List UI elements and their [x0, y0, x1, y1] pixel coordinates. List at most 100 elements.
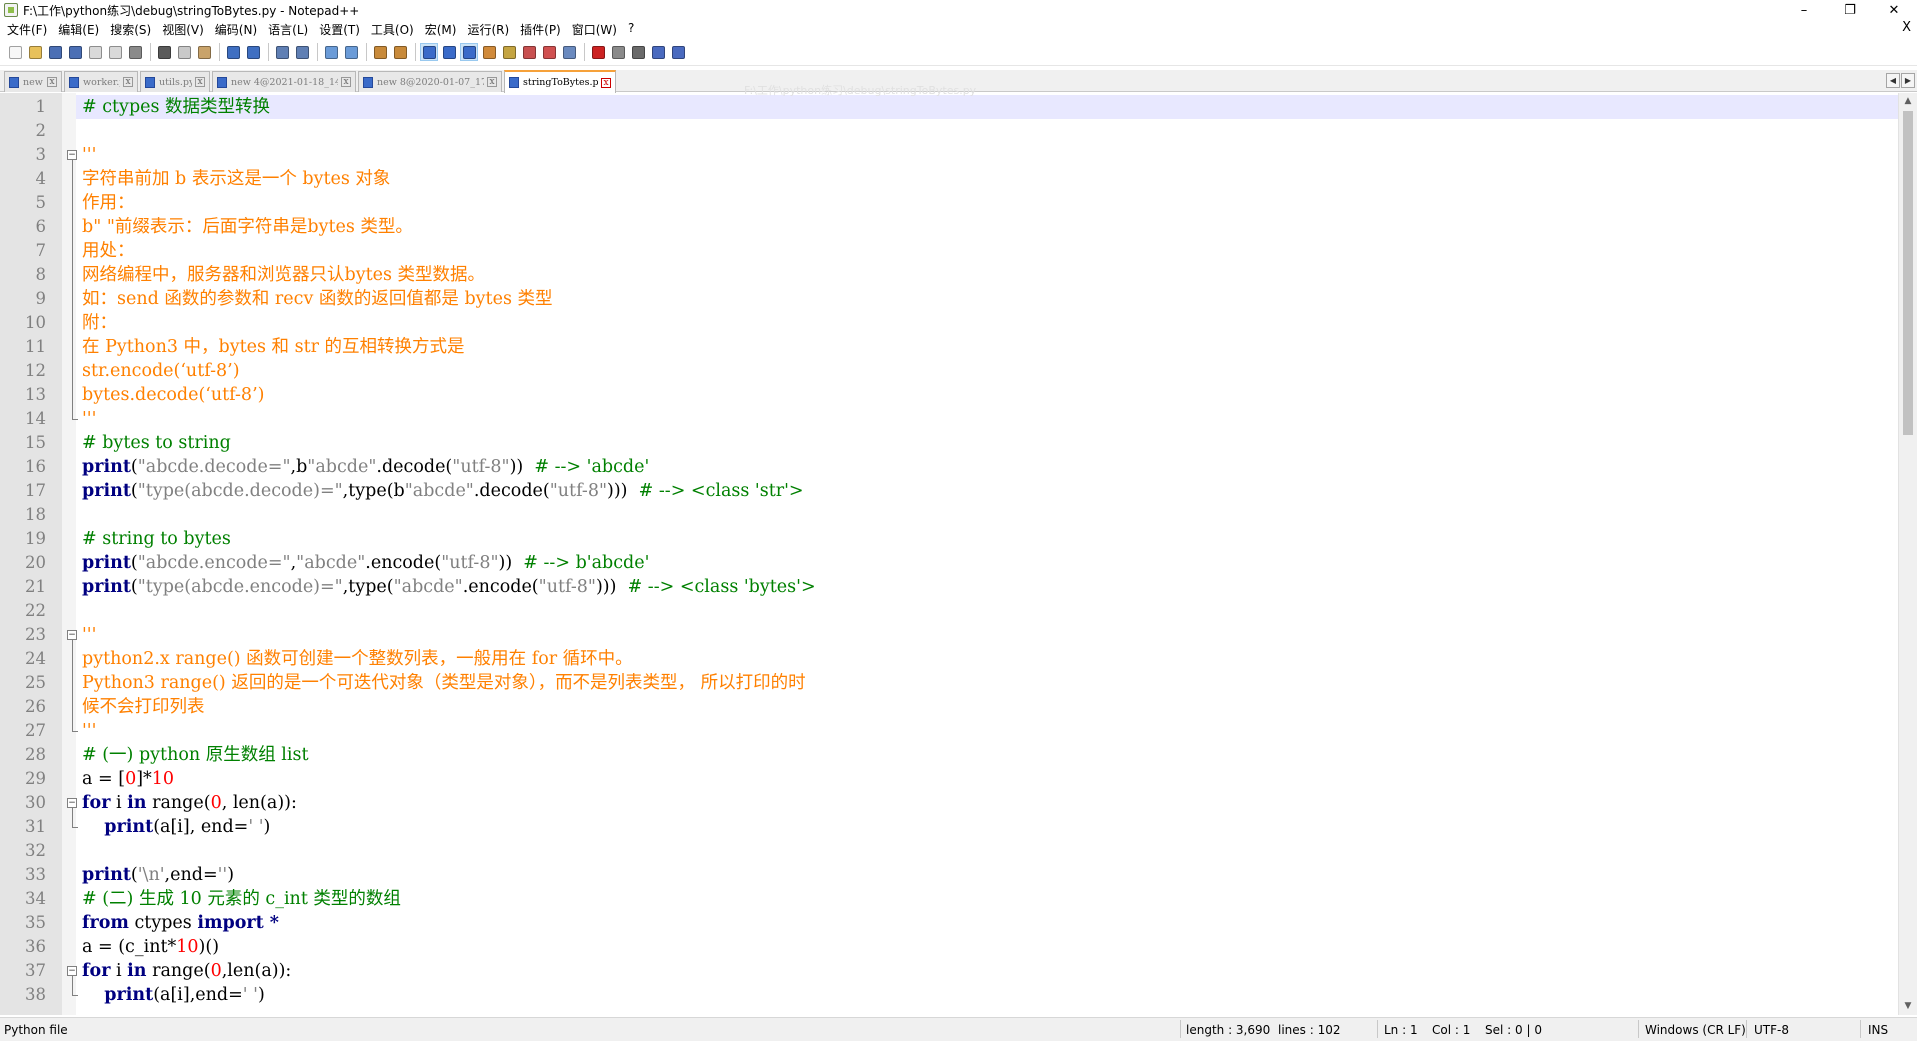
sync-vertical-button[interactable] — [371, 43, 389, 61]
tab-new-10[interactable]: new 10x — [4, 71, 62, 92]
menu-item-9[interactable]: 运行(R) — [463, 21, 516, 38]
code-line[interactable]: # (二) 生成 10 元素的 c_int 类型的数组 — [82, 887, 401, 911]
tab-scroll-left-button[interactable]: ◀ — [1886, 73, 1900, 88]
code-line[interactable]: 用处： — [82, 239, 135, 263]
status-eol[interactable]: Windows (CR LF) — [1645, 1023, 1746, 1037]
record-macro-button[interactable] — [589, 43, 607, 61]
maximize-button[interactable]: ❐ — [1827, 0, 1873, 20]
code-line[interactable]: print('\n',end='') — [82, 863, 234, 887]
code-line[interactable]: print("type(abcde.encode)=",type("abcde"… — [82, 575, 816, 599]
code-editor[interactable]: 1 2 3 4 5 6 7 8 9 10 11 12 13 14 15 16 17 18 19 20 21 22 23 24 2… — [0, 93, 1917, 1015]
open-button[interactable] — [26, 43, 44, 61]
sync-horizontal-button[interactable] — [391, 43, 409, 61]
function-list-button[interactable] — [520, 43, 538, 61]
code-line[interactable]: print("abcde.encode=","abcde".encode("ut… — [82, 551, 649, 575]
fold-collapse-icon[interactable]: − — [67, 630, 77, 640]
code-line[interactable]: a = [0]*10 — [82, 767, 174, 791]
undo-button[interactable] — [224, 43, 242, 61]
fold-collapse-icon[interactable]: − — [67, 966, 77, 976]
replace-button[interactable] — [293, 43, 311, 61]
code-line[interactable]: print(a[i],end=' ') — [82, 983, 265, 1007]
code-line[interactable]: 网络编程中，服务器和浏览器只认bytes 类型数据。 — [82, 263, 485, 287]
status-encoding[interactable]: UTF-8 — [1754, 1023, 1789, 1037]
word-wrap-button[interactable] — [420, 43, 438, 61]
close-button[interactable] — [86, 43, 104, 61]
tab-stringtobytes-py[interactable]: stringToBytes.py x — [504, 70, 616, 93]
code-line[interactable]: print(a[i], end=' ') — [82, 815, 270, 839]
code-line[interactable]: 字符串前加 b 表示这是一个 bytes 对象 — [82, 167, 390, 191]
paste-button[interactable] — [195, 43, 213, 61]
vertical-scrollbar[interactable]: ▲ ▼ — [1898, 93, 1917, 1015]
save-all-button[interactable] — [66, 43, 84, 61]
menu-item-10[interactable]: 插件(P) — [516, 21, 568, 38]
tab-close-icon[interactable]: x — [487, 77, 497, 87]
code-line[interactable]: b" "前缀表示：后面字符串是bytes 类型。 — [82, 215, 413, 239]
code-line[interactable]: ''' — [82, 719, 96, 743]
code-line[interactable]: # string to bytes — [82, 527, 231, 551]
code-line[interactable]: ''' — [82, 143, 96, 167]
code-line[interactable]: print("abcde.decode=",b"abcde".decode("u… — [82, 455, 649, 479]
menu-item-0[interactable]: 文件(F) — [3, 21, 54, 38]
run-macro-multiple-button[interactable] — [649, 43, 667, 61]
tab-close-icon[interactable]: x — [341, 77, 351, 87]
scroll-down-arrow-icon[interactable]: ▼ — [1899, 998, 1917, 1015]
zoom-in-button[interactable] — [322, 43, 340, 61]
zoom-out-button[interactable] — [342, 43, 360, 61]
code-line[interactable]: ''' — [82, 623, 96, 647]
redo-button[interactable] — [244, 43, 262, 61]
close-document-button[interactable]: X — [1902, 20, 1911, 35]
tab-utils-py[interactable]: utils.py x — [140, 71, 210, 92]
tab-new-8-2020-01-07-173906[interactable]: new 8@2020-01-07_173906x — [358, 71, 502, 92]
tab-close-icon[interactable]: x — [601, 77, 611, 88]
scrollbar-thumb[interactable] — [1903, 111, 1913, 435]
code-line[interactable]: from ctypes import * — [82, 911, 279, 935]
save-macro-button[interactable] — [669, 43, 687, 61]
user-language-button[interactable] — [480, 43, 498, 61]
close-window-button[interactable]: ✕ — [1871, 0, 1917, 20]
cut-button[interactable] — [155, 43, 173, 61]
code-line[interactable]: # bytes to string — [82, 431, 231, 455]
scroll-up-arrow-icon[interactable]: ▲ — [1899, 93, 1917, 110]
code-line[interactable]: 附： — [82, 311, 117, 335]
code-line[interactable]: Python3 range() 返回的是一个可迭代对象（类型是对象），而不是列表… — [82, 671, 806, 695]
copy-button[interactable] — [175, 43, 193, 61]
code-line[interactable]: 在 Python3 中，bytes 和 str 的互相转换方式是 — [82, 335, 465, 359]
code-line[interactable]: bytes.decode(‘utf-8’) — [82, 383, 264, 407]
new-button[interactable] — [6, 43, 24, 61]
menu-item-8[interactable]: 宏(M) — [421, 21, 464, 38]
close-all-button[interactable] — [106, 43, 124, 61]
code-line[interactable]: # ctypes 数据类型转换 — [82, 95, 270, 119]
menu-item-12[interactable]: ? — [624, 21, 641, 38]
tab-worker-py[interactable]: worker.pyx — [64, 71, 138, 92]
find-button[interactable] — [273, 43, 291, 61]
tab-scroll-right-button[interactable]: ▶ — [1901, 73, 1915, 88]
menu-item-2[interactable]: 搜索(S) — [106, 21, 158, 38]
fold-collapse-icon[interactable]: − — [67, 150, 77, 160]
save-button[interactable] — [46, 43, 64, 61]
menu-item-5[interactable]: 语言(L) — [264, 21, 315, 38]
code-line[interactable]: str.encode(‘utf-8’) — [82, 359, 240, 383]
print-button[interactable] — [126, 43, 144, 61]
tab-close-icon[interactable]: x — [195, 77, 205, 87]
monitoring-button[interactable] — [560, 43, 578, 61]
code-line[interactable]: 作用： — [82, 191, 135, 215]
code-line[interactable]: for i in range(0,len(a)): — [82, 959, 291, 983]
minimize-button[interactable]: – — [1781, 0, 1827, 20]
code-line[interactable]: for i in range(0, len(a)): — [82, 791, 297, 815]
tab-close-icon[interactable]: x — [123, 77, 133, 87]
menu-item-3[interactable]: 视图(V) — [158, 21, 211, 38]
fold-margin[interactable] — [62, 93, 76, 1015]
menu-item-1[interactable]: 编辑(E) — [54, 21, 106, 38]
code-line[interactable]: 候不会打印列表 — [82, 695, 205, 719]
folder-workspace-button[interactable] — [540, 43, 558, 61]
menu-item-7[interactable]: 工具(O) — [367, 21, 421, 38]
code-line[interactable]: 如：send 函数的参数和 recv 函数的返回值都是 bytes 类型 — [82, 287, 553, 311]
code-line[interactable]: python2.x range() 函数可创建一个整数列表，一般用在 for 循… — [82, 647, 633, 671]
show-all-chars-button[interactable] — [440, 43, 458, 61]
code-line[interactable]: # (一) python 原生数组 list — [82, 743, 308, 767]
indent-guide-button[interactable] — [460, 43, 478, 61]
code-line[interactable]: a = (c_int*10)() — [82, 935, 219, 959]
tab-close-icon[interactable]: x — [47, 77, 57, 87]
code-line[interactable]: print("type(abcde.decode)=",type(b"abcde… — [82, 479, 804, 503]
code-line[interactable]: ''' — [82, 407, 96, 431]
